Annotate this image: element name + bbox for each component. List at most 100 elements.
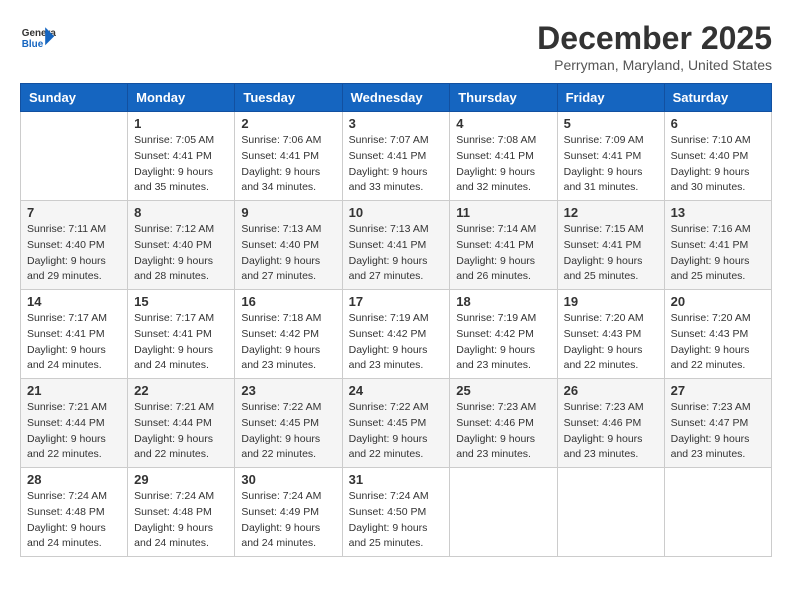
calendar-day-cell: 15 Sunrise: 7:17 AMSunset: 4:41 PMDayligh…	[128, 290, 235, 379]
page-header: General Blue December 2025 Perryman, Mar…	[20, 20, 772, 73]
day-info: Sunrise: 7:11 AMSunset: 4:40 PMDaylight:…	[27, 222, 121, 285]
calendar-day-cell: 13 Sunrise: 7:16 AMSunset: 4:41 PMDayligh…	[664, 201, 771, 290]
calendar-table: SundayMondayTuesdayWednesdayThursdayFrid…	[20, 83, 772, 557]
day-number: 30	[241, 472, 335, 487]
calendar-day-cell: 7Sunrise: 7:11 AMSunset: 4:40 PMDaylight…	[21, 201, 128, 290]
day-number: 17	[349, 294, 444, 309]
calendar-day-cell	[450, 468, 557, 557]
day-info: Sunrise: 7:13 AMSunset: 4:41 PMDaylight:…	[349, 222, 444, 285]
title-section: December 2025 Perryman, Maryland, United…	[537, 20, 772, 73]
day-number: 25	[456, 383, 550, 398]
day-number: 8	[134, 205, 228, 220]
day-info: Sunrise: 7:22 AMSunset: 4:45 PMDaylight:…	[349, 400, 444, 463]
day-info: Sunrise: 7:24 AMSunset: 4:48 PMDaylight:…	[27, 489, 121, 552]
calendar-day-cell: 20Sunrise: 7:20 AMSunset: 4:43 PMDayligh…	[664, 290, 771, 379]
day-info: Sunrise: 7:19 AMSunset: 4:42 PMDaylight:…	[349, 311, 444, 374]
calendar-week-row: 21Sunrise: 7:21 AMSunset: 4:44 PMDayligh…	[21, 379, 772, 468]
day-number: 11	[456, 205, 550, 220]
calendar-header-row: SundayMondayTuesdayWednesdayThursdayFrid…	[21, 84, 772, 112]
day-info: Sunrise: 7:24 AMSunset: 4:50 PMDaylight:…	[349, 489, 444, 552]
calendar-week-row: 1Sunrise: 7:05 AMSunset: 4:41 PMDaylight…	[21, 112, 772, 201]
calendar-day-cell: 18Sunrise: 7:19 AMSunset: 4:42 PMDayligh…	[450, 290, 557, 379]
location: Perryman, Maryland, United States	[537, 57, 772, 73]
month-title: December 2025	[537, 20, 772, 57]
calendar-day-cell: 29 Sunrise: 7:24 AMSunset: 4:48 PMDayligh…	[128, 468, 235, 557]
day-number: 13	[671, 205, 765, 220]
day-of-week-header: Sunday	[21, 84, 128, 112]
day-number: 23	[241, 383, 335, 398]
calendar-day-cell: 14 Sunrise: 7:17 AMSunset: 4:41 PMDayligh…	[21, 290, 128, 379]
day-number: 6	[671, 116, 765, 131]
day-number: 18	[456, 294, 550, 309]
day-info: Sunrise: 7:09 AMSunset: 4:41 PMDaylight:…	[564, 133, 658, 196]
calendar-day-cell: 3 Sunrise: 7:07 AMSunset: 4:41 PMDaylight…	[342, 112, 450, 201]
calendar-day-cell: 12 Sunrise: 7:15 AMSunset: 4:41 PMDayligh…	[557, 201, 664, 290]
day-info: Sunrise: 7:24 AMSunset: 4:48 PMDaylight:…	[134, 489, 228, 552]
day-info: Sunrise: 7:18 AMSunset: 4:42 PMDaylight:…	[241, 311, 335, 374]
calendar-day-cell: 10 Sunrise: 7:13 AMSunset: 4:41 PMDayligh…	[342, 201, 450, 290]
day-number: 2	[241, 116, 335, 131]
calendar-day-cell: 9Sunrise: 7:13 AMSunset: 4:40 PMDaylight…	[235, 201, 342, 290]
day-of-week-header: Saturday	[664, 84, 771, 112]
day-number: 29	[134, 472, 228, 487]
calendar-day-cell: 26Sunrise: 7:23 AMSunset: 4:46 PMDayligh…	[557, 379, 664, 468]
day-info: Sunrise: 7:14 AMSunset: 4:41 PMDaylight:…	[456, 222, 550, 285]
day-info: Sunrise: 7:05 AMSunset: 4:41 PMDaylight:…	[134, 133, 228, 196]
calendar-day-cell: 6 Sunrise: 7:10 AMSunset: 4:40 PMDaylight…	[664, 112, 771, 201]
calendar-day-cell: 2 Sunrise: 7:06 AMSunset: 4:41 PMDaylight…	[235, 112, 342, 201]
day-info: Sunrise: 7:16 AMSunset: 4:41 PMDaylight:…	[671, 222, 765, 285]
calendar-day-cell: 28 Sunrise: 7:24 AMSunset: 4:48 PMDayligh…	[21, 468, 128, 557]
day-info: Sunrise: 7:17 AMSunset: 4:41 PMDaylight:…	[134, 311, 228, 374]
day-number: 15	[134, 294, 228, 309]
calendar-day-cell: 17 Sunrise: 7:19 AMSunset: 4:42 PMDayligh…	[342, 290, 450, 379]
calendar-day-cell: 24 Sunrise: 7:22 AMSunset: 4:45 PMDayligh…	[342, 379, 450, 468]
day-number: 27	[671, 383, 765, 398]
calendar-day-cell: 11 Sunrise: 7:14 AMSunset: 4:41 PMDayligh…	[450, 201, 557, 290]
logo: General Blue	[20, 20, 56, 56]
day-info: Sunrise: 7:13 AMSunset: 4:40 PMDaylight:…	[241, 222, 335, 285]
day-number: 14	[27, 294, 121, 309]
day-info: Sunrise: 7:08 AMSunset: 4:41 PMDaylight:…	[456, 133, 550, 196]
day-info: Sunrise: 7:10 AMSunset: 4:40 PMDaylight:…	[671, 133, 765, 196]
calendar-week-row: 28 Sunrise: 7:24 AMSunset: 4:48 PMDayligh…	[21, 468, 772, 557]
day-number: 3	[349, 116, 444, 131]
day-info: Sunrise: 7:15 AMSunset: 4:41 PMDaylight:…	[564, 222, 658, 285]
day-info: Sunrise: 7:23 AMSunset: 4:47 PMDaylight:…	[671, 400, 765, 463]
calendar-day-cell: 23 Sunrise: 7:22 AMSunset: 4:45 PMDayligh…	[235, 379, 342, 468]
day-of-week-header: Monday	[128, 84, 235, 112]
calendar-day-cell	[664, 468, 771, 557]
logo-icon: General Blue	[20, 20, 56, 56]
day-info: Sunrise: 7:23 AMSunset: 4:46 PMDaylight:…	[456, 400, 550, 463]
day-info: Sunrise: 7:20 AMSunset: 4:43 PMDaylight:…	[671, 311, 765, 374]
day-number: 22	[134, 383, 228, 398]
day-number: 24	[349, 383, 444, 398]
day-info: Sunrise: 7:17 AMSunset: 4:41 PMDaylight:…	[27, 311, 121, 374]
day-of-week-header: Thursday	[450, 84, 557, 112]
calendar-day-cell	[557, 468, 664, 557]
day-number: 12	[564, 205, 658, 220]
day-info: Sunrise: 7:21 AMSunset: 4:44 PMDaylight:…	[27, 400, 121, 463]
day-number: 10	[349, 205, 444, 220]
calendar-day-cell: 19Sunrise: 7:20 AMSunset: 4:43 PMDayligh…	[557, 290, 664, 379]
calendar-week-row: 7Sunrise: 7:11 AMSunset: 4:40 PMDaylight…	[21, 201, 772, 290]
day-info: Sunrise: 7:24 AMSunset: 4:49 PMDaylight:…	[241, 489, 335, 552]
calendar-day-cell: 21Sunrise: 7:21 AMSunset: 4:44 PMDayligh…	[21, 379, 128, 468]
calendar-week-row: 14 Sunrise: 7:17 AMSunset: 4:41 PMDayligh…	[21, 290, 772, 379]
calendar-day-cell: 31 Sunrise: 7:24 AMSunset: 4:50 PMDayligh…	[342, 468, 450, 557]
day-number: 26	[564, 383, 658, 398]
day-info: Sunrise: 7:22 AMSunset: 4:45 PMDaylight:…	[241, 400, 335, 463]
day-info: Sunrise: 7:12 AMSunset: 4:40 PMDaylight:…	[134, 222, 228, 285]
day-of-week-header: Wednesday	[342, 84, 450, 112]
day-number: 19	[564, 294, 658, 309]
day-number: 28	[27, 472, 121, 487]
day-number: 4	[456, 116, 550, 131]
day-of-week-header: Tuesday	[235, 84, 342, 112]
day-of-week-header: Friday	[557, 84, 664, 112]
calendar-day-cell	[21, 112, 128, 201]
day-info: Sunrise: 7:06 AMSunset: 4:41 PMDaylight:…	[241, 133, 335, 196]
day-info: Sunrise: 7:21 AMSunset: 4:44 PMDaylight:…	[134, 400, 228, 463]
day-info: Sunrise: 7:07 AMSunset: 4:41 PMDaylight:…	[349, 133, 444, 196]
day-number: 31	[349, 472, 444, 487]
calendar-day-cell: 30 Sunrise: 7:24 AMSunset: 4:49 PMDayligh…	[235, 468, 342, 557]
svg-text:Blue: Blue	[22, 39, 44, 50]
